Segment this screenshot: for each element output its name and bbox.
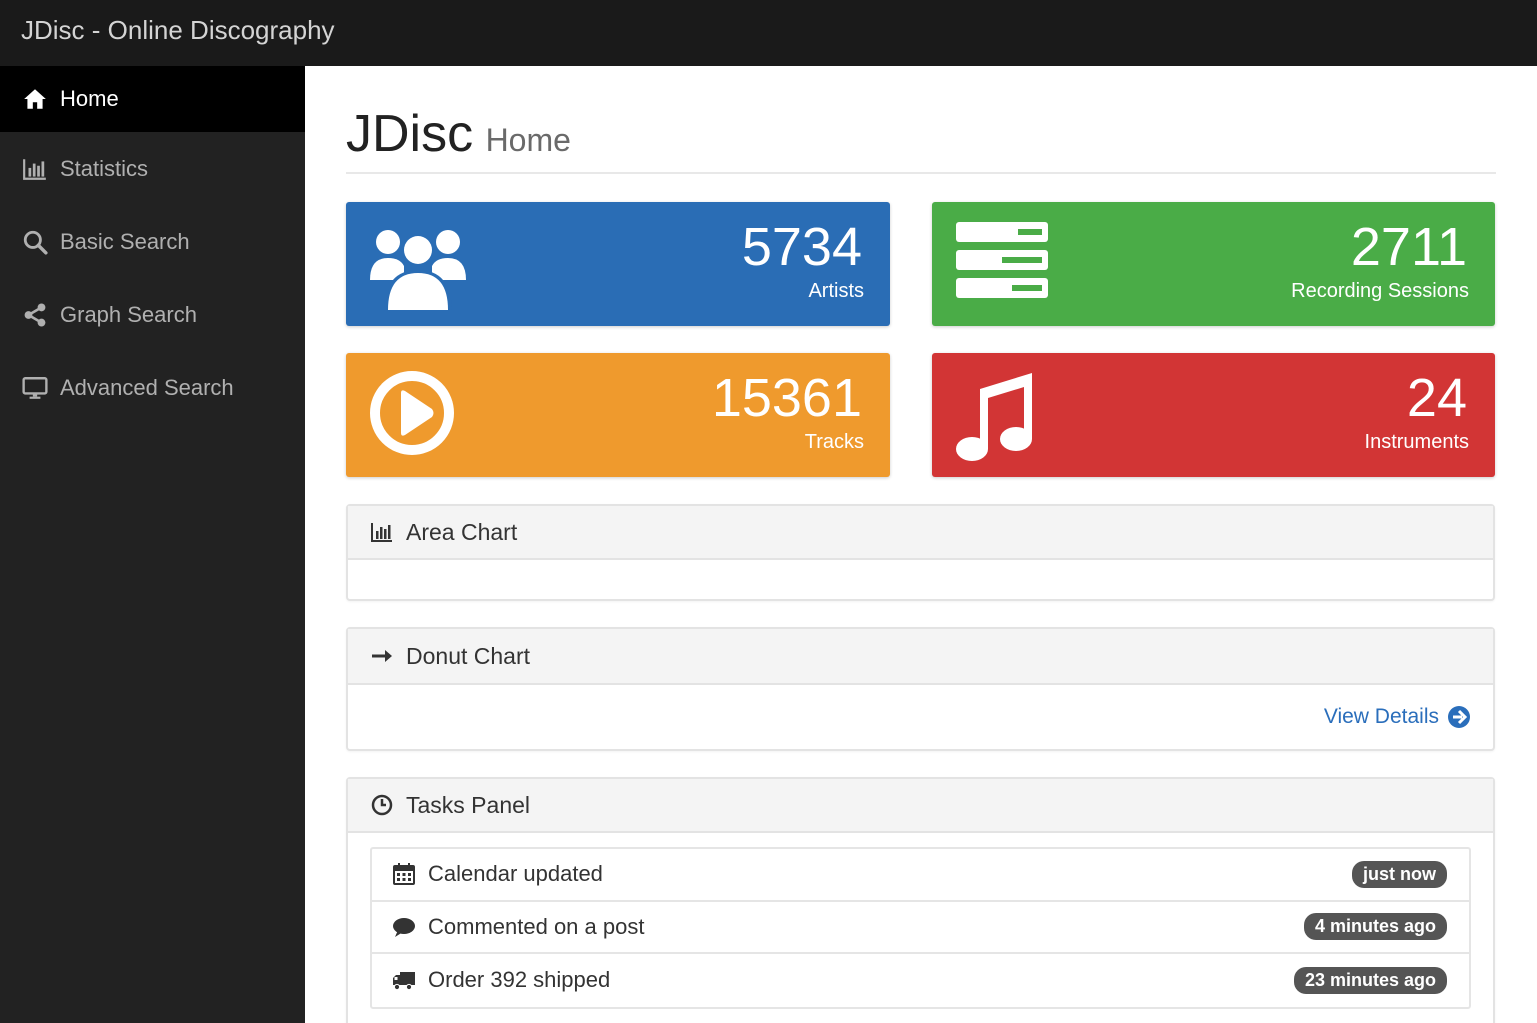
- page-subtitle: Home: [485, 122, 571, 158]
- stat-label: Artists: [808, 280, 864, 302]
- play-circle-icon: [368, 369, 456, 457]
- stat-value: 24: [1406, 368, 1467, 428]
- panel-heading: Tasks Panel: [348, 779, 1493, 833]
- app-title[interactable]: JDisc - Online Discography: [21, 15, 335, 46]
- task-text: Calendar updated: [428, 861, 603, 887]
- stat-card-tracks[interactable]: 15361 Tracks: [346, 353, 890, 477]
- time-badge: 23 minutes ago: [1293, 966, 1447, 994]
- task-list: Calendar updated just now Commented on a…: [370, 847, 1471, 1009]
- sidebar-item-label: Basic Search: [60, 229, 190, 254]
- task-text: Order 392 shipped: [428, 967, 611, 993]
- stat-card-instruments[interactable]: 24 Instruments: [932, 353, 1495, 477]
- share-icon: [22, 302, 48, 328]
- stat-value: 2711: [1350, 217, 1467, 277]
- panel-heading: Donut Chart: [348, 629, 1493, 685]
- sidebar-item-basic-search[interactable]: Basic Search: [0, 209, 305, 275]
- truck-icon: [392, 968, 416, 992]
- time-badge: just now: [1352, 860, 1447, 888]
- sidebar-item-statistics[interactable]: Statistics: [0, 136, 305, 202]
- home-icon: [22, 86, 48, 112]
- donut-chart-panel: Donut Chart View Details: [346, 627, 1495, 751]
- stat-value: 5734: [741, 217, 862, 277]
- view-details-label: View Details: [1323, 705, 1439, 728]
- area-chart-panel: Area Chart: [346, 504, 1495, 601]
- sidebar-item-label: Advanced Search: [60, 375, 234, 400]
- search-icon: [22, 229, 48, 255]
- sidebar-item-home[interactable]: Home: [0, 66, 305, 132]
- panel-title: Area Chart: [406, 518, 518, 545]
- sidebar-item-graph-search[interactable]: Graph Search: [0, 282, 305, 348]
- task-item[interactable]: Commented on a post 4 minutes ago: [372, 902, 1469, 954]
- clock-icon: [370, 793, 394, 817]
- stat-label: Tracks: [804, 431, 864, 453]
- music-icon: [954, 371, 1038, 463]
- sidebar-item-advanced-search[interactable]: Advanced Search: [0, 355, 305, 421]
- stat-value: 15361: [711, 368, 862, 428]
- sidebar: Home Statistics Basic Search Graph Searc…: [0, 66, 305, 1023]
- sidebar-item-label: Graph Search: [60, 302, 197, 327]
- desktop-icon: [22, 375, 48, 401]
- stat-card-artists[interactable]: 5734 Artists: [346, 202, 890, 326]
- sidebar-item-label: Home: [60, 86, 119, 111]
- page-header: JDisc Home: [346, 104, 1496, 174]
- users-icon: [368, 216, 468, 312]
- time-badge: 4 minutes ago: [1303, 913, 1447, 941]
- tasks-icon: [956, 222, 1048, 298]
- stat-label: Recording Sessions: [1291, 280, 1469, 302]
- calendar-icon: [392, 862, 416, 886]
- sidebar-item-label: Statistics: [60, 156, 149, 181]
- bar-chart-icon: [22, 156, 48, 182]
- view-details-link[interactable]: View Details: [1324, 705, 1471, 729]
- page-title: JDisc: [346, 105, 474, 163]
- task-text: Commented on a post: [428, 913, 645, 939]
- task-item[interactable]: Order 392 shipped 23 minutes ago: [372, 954, 1469, 1007]
- panel-heading: Area Chart: [348, 506, 1493, 560]
- panel-title: Tasks Panel: [406, 791, 531, 818]
- stat-label: Instruments: [1364, 431, 1469, 453]
- top-navbar: JDisc - Online Discography: [0, 0, 1537, 66]
- circle-arrow-right-icon: [1447, 705, 1471, 729]
- comment-icon: [392, 915, 416, 939]
- panel-title: Donut Chart: [406, 642, 531, 669]
- tasks-panel: Tasks Panel Calendar updated just now Co…: [346, 777, 1495, 1023]
- arrow-right-icon: [370, 644, 394, 668]
- main-content: JDisc Home 5734 Artists 2711 Recording S…: [305, 66, 1537, 1023]
- bar-chart-icon: [370, 520, 394, 544]
- task-item[interactable]: Calendar updated just now: [372, 849, 1469, 902]
- stat-card-recording-sessions[interactable]: 2711 Recording Sessions: [932, 202, 1495, 326]
